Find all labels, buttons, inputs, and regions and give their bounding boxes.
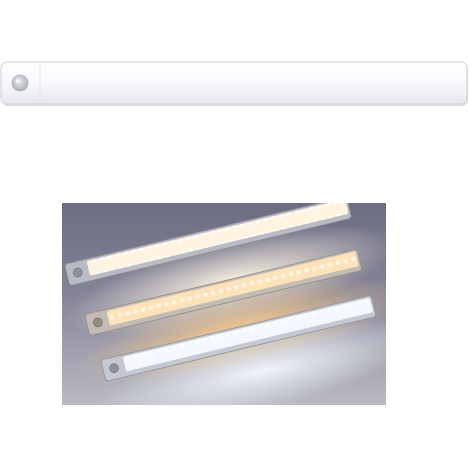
- light-bar-body: [0, 61, 468, 105]
- product-image-canvas: [0, 0, 470, 470]
- motion-sensor-icon: [11, 74, 29, 92]
- single-light-bar: [0, 61, 468, 106]
- sensor-highlight: [15, 78, 21, 84]
- lit-light-bars-photo: [62, 203, 386, 405]
